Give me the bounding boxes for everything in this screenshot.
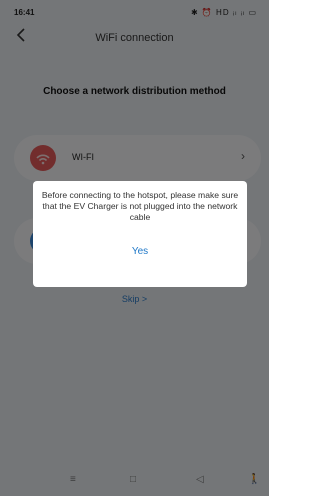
dialog-message: Before connecting to the hotspot, please… [41,190,239,222]
yes-button[interactable]: Yes [33,241,247,263]
app-screen: 16:41 ✱ ⏰ HD ᵢₗ ᵢₗ ▭ WiFi connection Cho… [0,0,269,496]
confirm-dialog: Before connecting to the hotspot, please… [33,181,247,287]
